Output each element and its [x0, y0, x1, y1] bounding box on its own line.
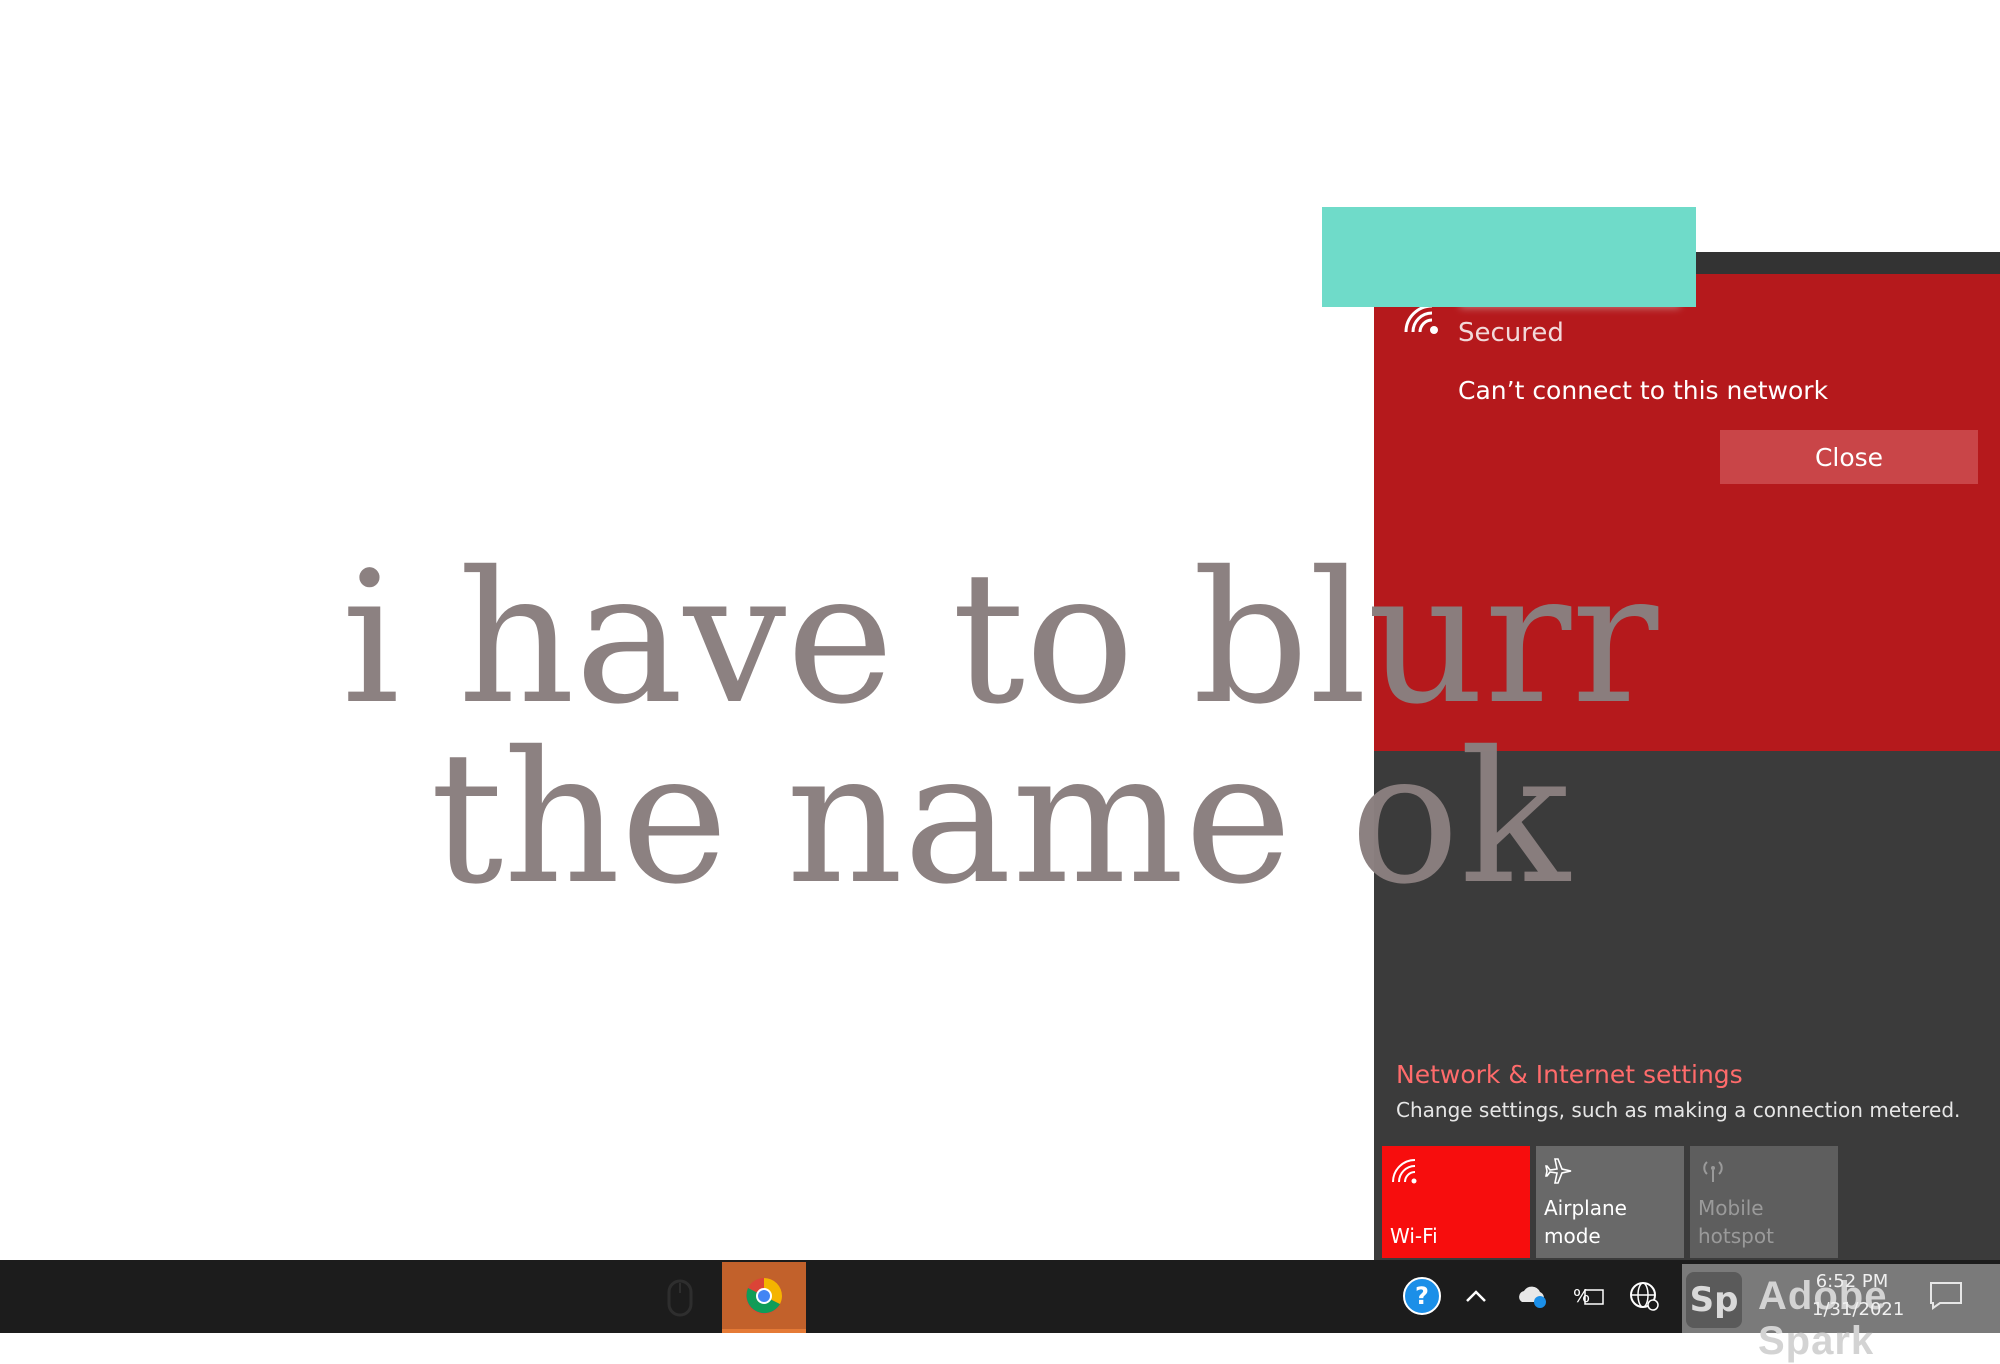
network-error-message: Can’t connect to this network — [1458, 376, 1829, 405]
system-clock[interactable]: 6:52 PM 1/31/2021 — [1812, 1268, 1905, 1324]
network-settings-description: Change settings, such as making a connec… — [1396, 1098, 1961, 1122]
mouse-icon — [667, 1279, 693, 1316]
network-status: Secured — [1458, 318, 1564, 348]
clock-date: 1/31/2021 — [1812, 1299, 1905, 1320]
clock-time: 6:52 PM — [1815, 1271, 1889, 1292]
wifi-tile-label: Wi-Fi — [1390, 1224, 1438, 1248]
close-button[interactable]: Close — [1720, 430, 1978, 484]
hotspot-label-line2: hotspot — [1698, 1224, 1774, 1248]
hotspot-icon — [1703, 1161, 1723, 1182]
redaction-block — [1322, 207, 1696, 307]
hotspot-tile-label: Mobile hotspot — [1698, 1194, 1774, 1250]
svg-text:?: ? — [1415, 1282, 1429, 1310]
taskbar: ? % Sp Adobe Spark 6:52 PM 1/31/2021 — [0, 1260, 2000, 1363]
globe-network-icon[interactable] — [1624, 1274, 1664, 1318]
chevron-up-icon[interactable] — [1456, 1274, 1496, 1318]
input-method-icon[interactable]: % — [1568, 1274, 1608, 1318]
airplane-mode-tile[interactable]: Airplane mode — [1536, 1146, 1684, 1258]
mobile-hotspot-tile[interactable]: Mobile hotspot — [1690, 1146, 1838, 1258]
action-center-icon[interactable] — [1928, 1280, 1964, 1310]
onedrive-sync-icon[interactable] — [1512, 1274, 1552, 1318]
network-flyout: Secured Can’t connect to this network Cl… — [1374, 252, 2000, 1260]
airplane-icon — [1545, 1158, 1572, 1184]
help-icon[interactable]: ? — [1402, 1274, 1442, 1318]
wifi-icon — [1392, 1159, 1417, 1184]
chrome-icon — [746, 1277, 782, 1314]
airplane-tile-label: Airplane mode — [1544, 1196, 1627, 1248]
hotspot-label-line1: Mobile — [1698, 1196, 1764, 1220]
wifi-toggle-tile[interactable]: Wi-Fi — [1382, 1146, 1530, 1258]
network-settings-link[interactable]: Network & Internet settings — [1396, 1060, 1743, 1089]
watermark-badge: Sp — [1686, 1272, 1742, 1328]
wifi-network-item[interactable]: Secured Can’t connect to this network Cl… — [1374, 274, 2000, 751]
taskbar-mouse-app[interactable] — [650, 1262, 710, 1333]
taskbar-chrome[interactable] — [722, 1262, 806, 1333]
wifi-secured-icon — [1404, 304, 1438, 334]
